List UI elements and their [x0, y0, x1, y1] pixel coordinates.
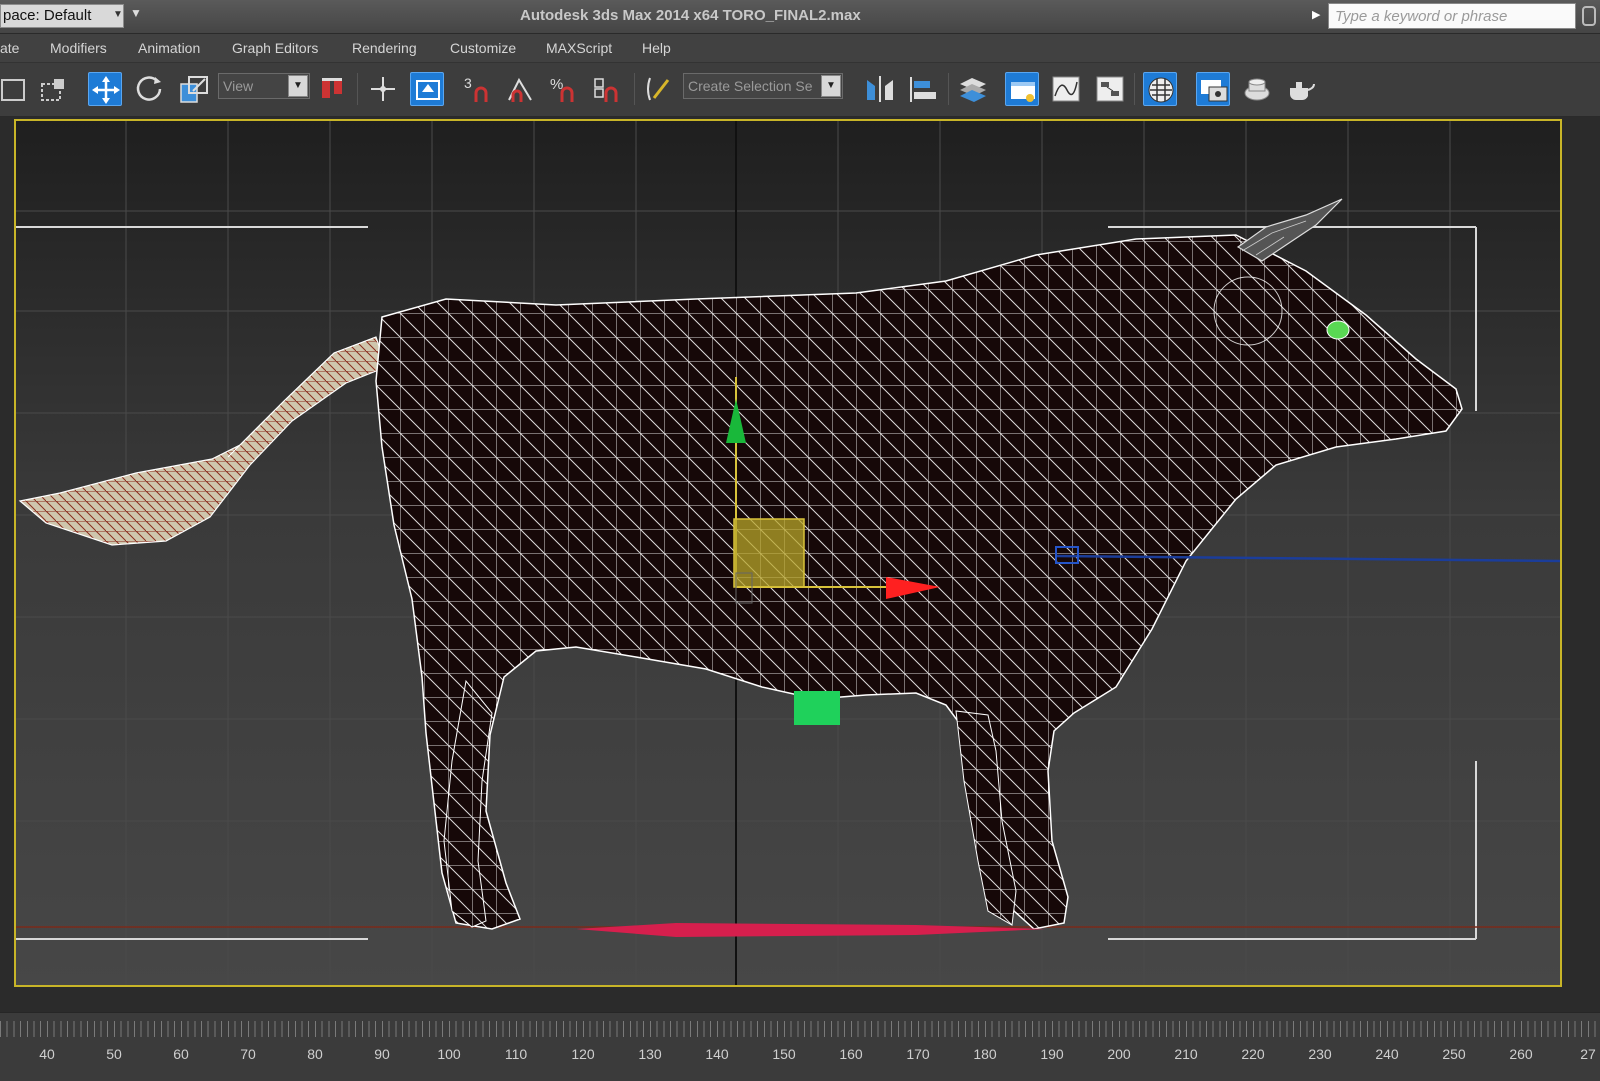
- timeline-tick-label: 210: [1174, 1046, 1198, 1062]
- menu-maxscript[interactable]: MAXScript: [546, 40, 612, 56]
- reference-coordinate-value: View: [223, 78, 254, 94]
- scene-explorer-icon[interactable]: [1005, 72, 1039, 106]
- timeline-ticks: [0, 1021, 1600, 1037]
- select-region-icon[interactable]: [0, 72, 34, 106]
- menu-graph-editors[interactable]: Graph Editors: [232, 40, 318, 56]
- menu-create[interactable]: ate: [0, 40, 19, 56]
- timeline-tick-label: 27: [1580, 1046, 1596, 1062]
- search-expand-icon[interactable]: ▶: [1312, 8, 1320, 21]
- binoculars-icon[interactable]: [1582, 6, 1596, 26]
- angle-snap-icon[interactable]: [505, 72, 539, 106]
- timeline-tick-label: 250: [1442, 1046, 1466, 1062]
- select-manipulate-icon[interactable]: [366, 72, 400, 106]
- use-pivot-icon[interactable]: [318, 72, 352, 106]
- app-title: Autodesk 3ds Max 2014 x64 TORO_FINAL2.ma…: [520, 7, 861, 24]
- curve-editor-icon[interactable]: [1049, 72, 1083, 106]
- timeline-tick-label: 200: [1107, 1046, 1131, 1062]
- main-toolbar: View ▼ 3 % Create Selection Se ▼: [0, 63, 1600, 117]
- select-rotate-icon[interactable]: [133, 72, 167, 106]
- layer-manager-icon[interactable]: [956, 72, 990, 106]
- timeline-tick-label: 130: [638, 1046, 662, 1062]
- timeline-tick-label: 180: [973, 1046, 997, 1062]
- toolbar-separator: [948, 73, 949, 105]
- menu-animation[interactable]: Animation: [138, 40, 200, 56]
- mirror-icon[interactable]: [863, 72, 897, 106]
- timeline-tick-label: 140: [705, 1046, 729, 1062]
- named-selection-dropdown[interactable]: Create Selection Se ▼: [683, 73, 843, 99]
- timeline-tick-label: 150: [772, 1046, 796, 1062]
- timeline-tick-label: 260: [1509, 1046, 1533, 1062]
- bull-eye: [1326, 320, 1350, 340]
- timeline-tick-label: 60: [173, 1046, 189, 1062]
- search-input[interactable]: [1328, 3, 1576, 29]
- named-selection-value: Create Selection Se: [688, 78, 813, 94]
- workspace-dropdown[interactable]: pace: Default: [0, 4, 124, 28]
- menu-customize[interactable]: Customize: [450, 40, 516, 56]
- timeline-tick-label: 110: [504, 1046, 528, 1062]
- rendered-frame-window-icon[interactable]: [1240, 72, 1274, 106]
- perspective-viewport[interactable]: [14, 119, 1562, 987]
- keyboard-shortcut-override-icon[interactable]: [410, 72, 444, 106]
- percent-snap-icon[interactable]: %: [548, 72, 582, 106]
- timeline-tick-label: 40: [39, 1046, 55, 1062]
- timeline-tick-label: 50: [106, 1046, 122, 1062]
- timeline-tick-label: 80: [307, 1046, 323, 1062]
- schematic-view-icon[interactable]: [1093, 72, 1127, 106]
- chevron-down-icon[interactable]: ▼: [821, 75, 841, 97]
- spinner-snap-icon[interactable]: [592, 72, 626, 106]
- menu-rendering[interactable]: Rendering: [352, 40, 417, 56]
- menu-bar: ate Modifiers Animation Graph Editors Re…: [0, 34, 1600, 63]
- edit-named-selection-icon[interactable]: [642, 72, 676, 106]
- quick-access-chevron-icon[interactable]: ▼: [130, 6, 142, 20]
- window-crossing-icon[interactable]: [38, 72, 72, 106]
- render-production-icon[interactable]: [1284, 72, 1318, 106]
- timeline-tick-label: 240: [1375, 1046, 1399, 1062]
- toolbar-separator: [634, 73, 635, 105]
- chevron-down-icon[interactable]: ▼: [112, 6, 124, 24]
- toolbar-separator: [357, 73, 358, 105]
- bull-body: [375, 234, 1463, 930]
- timeline-tick-label: 70: [240, 1046, 256, 1062]
- track-bar[interactable]: 40 50 60 70 80 90 100 110 120 130 140 15…: [0, 1012, 1600, 1081]
- toolbar-separator: [1134, 73, 1135, 105]
- bull-horn: [1236, 198, 1343, 262]
- reference-coordinate-dropdown[interactable]: View ▼: [218, 73, 310, 99]
- render-setup-icon[interactable]: [1196, 72, 1230, 106]
- snaps-toggle-icon[interactable]: 3: [462, 72, 496, 106]
- title-bar: pace: Default ▼ ▼ Autodesk 3ds Max 2014 …: [0, 0, 1600, 34]
- timeline-tick-label: 100: [437, 1046, 461, 1062]
- snaps-label: 3: [464, 75, 472, 91]
- bull-tail: [18, 336, 387, 546]
- pivot-marker: [794, 691, 840, 725]
- select-move-icon[interactable]: [88, 72, 122, 106]
- material-editor-icon[interactable]: [1143, 72, 1177, 106]
- menu-modifiers[interactable]: Modifiers: [50, 40, 107, 56]
- select-scale-icon[interactable]: [178, 72, 212, 106]
- align-icon[interactable]: [906, 72, 940, 106]
- timeline-tick-label: 190: [1040, 1046, 1064, 1062]
- timeline-tick-label: 230: [1308, 1046, 1332, 1062]
- timeline-tick-label: 90: [374, 1046, 390, 1062]
- chevron-down-icon[interactable]: ▼: [288, 75, 308, 97]
- menu-help[interactable]: Help: [642, 40, 671, 56]
- ground-selection-bar: [576, 923, 1046, 937]
- timeline-tick-label: 120: [571, 1046, 595, 1062]
- timeline-tick-label: 170: [906, 1046, 930, 1062]
- timeline-tick-label: 220: [1241, 1046, 1265, 1062]
- timeline-tick-label: 160: [839, 1046, 863, 1062]
